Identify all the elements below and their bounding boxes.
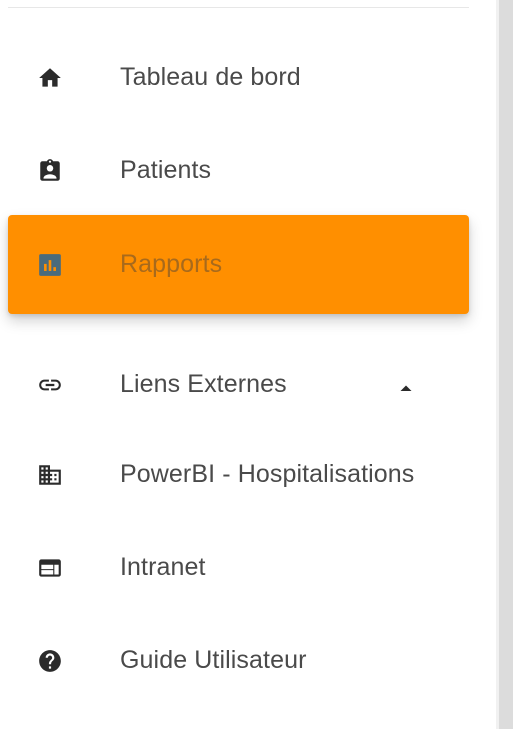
sidebar-item-label: Intranet [120,552,206,581]
scrollbar-thumb[interactable] [499,0,513,729]
sidebar-item-label: Patients [120,155,212,184]
caret-up-icon[interactable] [399,380,413,391]
sidebar-item-intranet[interactable]: Intranet [8,520,469,616]
sidebar-item-label: Guide Utilisateur [120,645,307,674]
sidebar-item-label: PowerBI - Hospitalisations [120,459,415,488]
sidebar-item-label: Liens Externes [120,369,287,398]
sidebar-item-patients[interactable]: Patients [8,123,469,219]
home-icon [37,65,63,91]
bar-chart-icon [37,252,63,278]
web-window-icon [37,555,63,581]
sidebar-item-guide-utilisateur[interactable]: Guide Utilisateur [8,613,469,709]
link-icon [37,372,63,398]
sidebar-item-label: Rapports [120,249,223,278]
sidebar-item-tableau-de-bord[interactable]: Tableau de bord [8,30,469,126]
sidebar-item-rapports[interactable]: Rapports [8,215,469,314]
sidebar-item-liens-externes[interactable]: Liens Externes [8,337,469,433]
sidebar-item-powerbi-hospitalisations[interactable]: PowerBI - Hospitalisations [8,427,469,523]
sidebar-nav: Tableau de bord Patients Rapports Liens … [0,0,488,729]
badge-icon [37,158,63,184]
building-icon [37,462,63,488]
top-divider [8,7,469,8]
help-icon [37,648,63,674]
sidebar-item-label: Tableau de bord [120,62,301,91]
